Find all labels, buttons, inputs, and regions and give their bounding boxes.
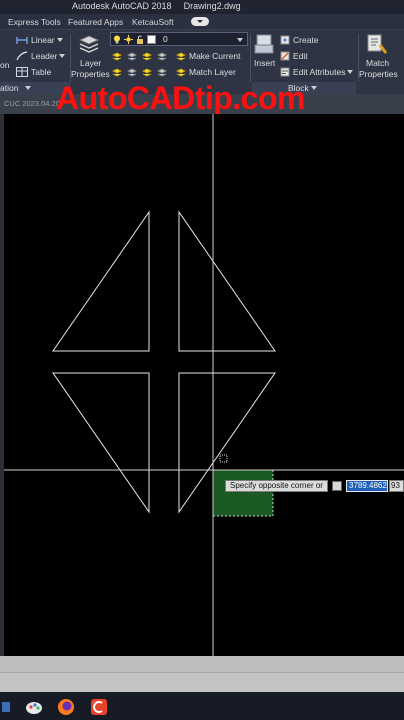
- layer-properties-label-2: Properties: [71, 69, 110, 79]
- create-block-icon: [280, 35, 290, 45]
- layer-tool-icon[interactable]: [112, 51, 122, 61]
- layer-dropdown[interactable]: 0: [110, 32, 248, 46]
- layer-tool-icon[interactable]: [127, 51, 137, 61]
- layer-tool-icon[interactable]: [112, 67, 122, 77]
- edit-attributes-button[interactable]: Edit Attributes: [293, 67, 345, 77]
- insert-block-icon[interactable]: [254, 33, 274, 55]
- selection-window: [212, 469, 274, 517]
- tab-ketcausoft[interactable]: KetcauSoft: [132, 17, 174, 27]
- insert-button[interactable]: Insert: [254, 58, 275, 68]
- more-tabs-button[interactable]: [191, 17, 209, 26]
- make-current-icon: [176, 52, 186, 61]
- coordinate-y-input[interactable]: 93: [389, 480, 404, 492]
- camtasia-icon[interactable]: [90, 698, 108, 716]
- leader-icon: [16, 51, 28, 61]
- layer-tool-icon[interactable]: [142, 67, 152, 77]
- chevron-down-icon[interactable]: [347, 70, 353, 74]
- linear-button[interactable]: Linear: [31, 35, 55, 45]
- lightbulb-icon: [114, 35, 120, 44]
- chevron-down-icon: [237, 38, 243, 42]
- match-properties-icon[interactable]: [366, 33, 388, 55]
- triangle-lower-left: [52, 372, 150, 514]
- layout-tab-bar: [0, 656, 404, 672]
- chevron-down-icon[interactable]: [59, 54, 65, 58]
- table-icon: [16, 67, 28, 77]
- current-layer-value: 0: [163, 34, 168, 44]
- make-current-button[interactable]: Make Current: [189, 51, 241, 61]
- coordinate-x-input[interactable]: 3789.4862: [346, 480, 388, 492]
- tab-express-tools[interactable]: Express Tools: [8, 17, 61, 27]
- watermark: AutoCADtip.com: [56, 80, 305, 116]
- match-layer-button[interactable]: Match Layer: [189, 67, 236, 77]
- match-properties-label-1: Match: [366, 58, 390, 68]
- chevron-down-icon[interactable]: [57, 38, 63, 42]
- app-title: Autodesk AutoCAD 2018: [72, 1, 172, 11]
- create-block-button[interactable]: Create: [293, 35, 319, 45]
- command-prompt-text: Specify opposite corner or: [230, 481, 323, 490]
- title-bar: Autodesk AutoCAD 2018 Drawing2.dwg: [0, 0, 404, 14]
- annotation-panel-label: ation: [0, 83, 19, 93]
- status-bar: [0, 672, 404, 692]
- layer-tool-icon[interactable]: [157, 51, 167, 61]
- layer-tool-icon[interactable]: [127, 67, 137, 77]
- unlock-icon: [137, 35, 143, 44]
- sun-icon: [124, 35, 133, 44]
- table-button[interactable]: Table: [31, 67, 51, 77]
- edit-attributes-icon: [280, 67, 290, 77]
- drawing-geometry: [4, 114, 404, 656]
- coordinate-x-value: 3789.4862: [349, 481, 387, 490]
- tab-featured-apps[interactable]: Featured Apps: [68, 17, 123, 27]
- layer-properties-label-1: Layer: [80, 58, 102, 68]
- color-swatch-icon: [147, 35, 156, 44]
- layer-tool-icon[interactable]: [157, 67, 167, 77]
- chevron-down-icon[interactable]: [311, 86, 317, 90]
- leader-button[interactable]: Leader: [31, 51, 57, 61]
- match-layer-icon: [176, 68, 186, 77]
- panel-separator: [250, 34, 251, 82]
- drawing-canvas[interactable]: [4, 114, 404, 656]
- firefox-icon[interactable]: [57, 698, 75, 716]
- annotation-cut-label: on: [0, 60, 10, 70]
- chevron-down-icon[interactable]: [25, 86, 31, 90]
- edit-block-icon: [280, 51, 290, 61]
- triangle-upper-right: [178, 210, 276, 352]
- edit-block-button[interactable]: Edit: [293, 51, 308, 61]
- triangle-upper-left: [52, 210, 150, 352]
- paint-app-icon[interactable]: [25, 698, 43, 716]
- layer-properties-icon[interactable]: [78, 32, 100, 54]
- command-prompt-tooltip: Specify opposite corner or: [225, 480, 328, 492]
- chevron-down-icon: [197, 20, 203, 23]
- file-name: Drawing2.dwg: [183, 1, 241, 11]
- match-properties-label-2: Properties: [359, 69, 398, 79]
- drawing-tab-label[interactable]: CUC 2023.04.20: [4, 99, 60, 108]
- prompt-options-icon[interactable]: [332, 481, 342, 491]
- coordinate-y-value: 93: [391, 481, 400, 490]
- layer-tool-icon[interactable]: [142, 51, 152, 61]
- cursor-pickbox: [219, 454, 228, 463]
- ribbon-tab-bar: Express Tools Featured Apps KetcauSoft: [0, 14, 404, 30]
- taskbar-app-icon[interactable]: [2, 698, 20, 716]
- linear-dimension-icon: [16, 37, 28, 44]
